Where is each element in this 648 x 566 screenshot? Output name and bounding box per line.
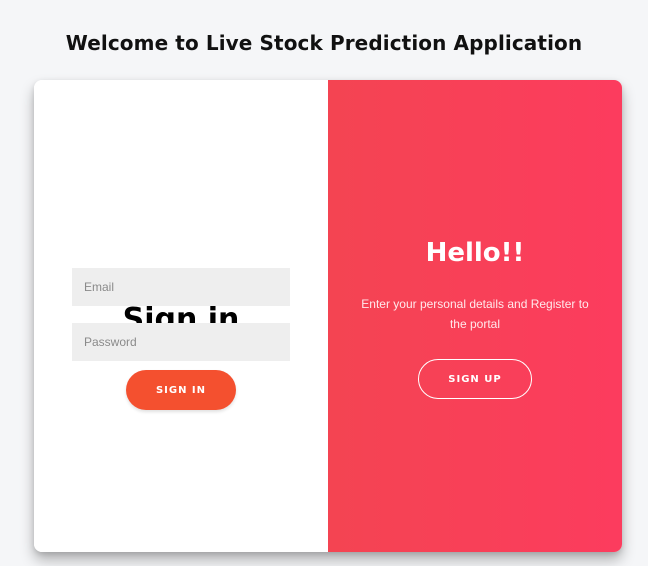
- password-field[interactable]: [72, 323, 290, 361]
- auth-card: Sign in SIGN IN Hello!! Enter your perso…: [34, 80, 622, 552]
- signin-panel: Sign in SIGN IN: [34, 80, 328, 552]
- signup-description: Enter your personal details and Register…: [361, 297, 589, 331]
- sign-up-button[interactable]: SIGN UP: [418, 359, 532, 399]
- sign-in-button[interactable]: SIGN IN: [126, 370, 236, 410]
- hello-heading: Hello!!: [425, 238, 525, 268]
- app-title: Welcome to Live Stock Prediction Applica…: [65, 31, 583, 55]
- signup-panel: Hello!! Enter your personal details and …: [328, 80, 622, 552]
- page: Welcome to Live Stock Prediction Applica…: [0, 0, 648, 566]
- email-field[interactable]: [72, 268, 290, 306]
